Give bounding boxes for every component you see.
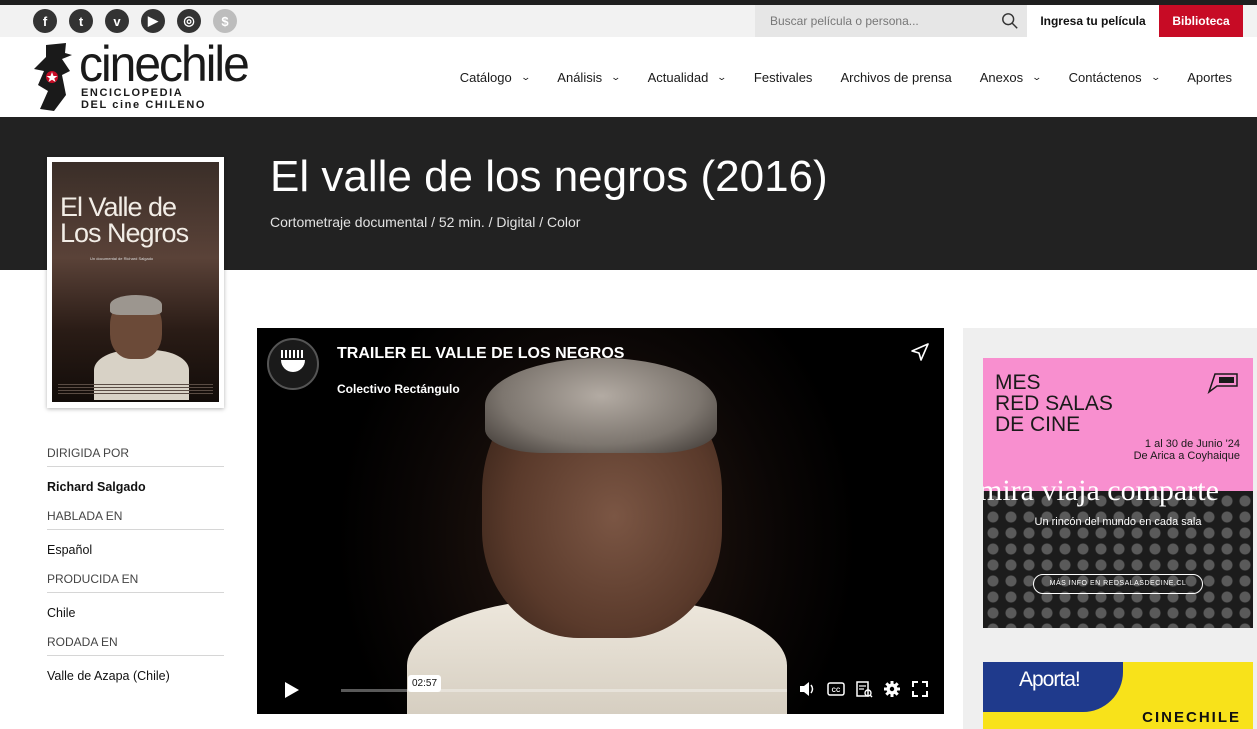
channel-logo-teeth (281, 350, 305, 358)
social-links: f t v ▶ ◎ $ (33, 9, 237, 33)
video-figure-hair (485, 358, 717, 453)
nav-label: Archivos de prensa (840, 70, 952, 85)
ticket-icon (1207, 373, 1238, 394)
ad-dates: 1 al 30 de Junio '24 De Arica a Coyhaiqu… (1134, 438, 1240, 462)
fact-value-language: Español (47, 543, 93, 557)
nav-label: Catálogo (459, 70, 512, 85)
fact-value-produced: Chile (47, 606, 76, 620)
fact-label-filmed: RODADA EN (47, 635, 224, 656)
ad-more-info-button[interactable]: MÁS INFO EN REDSALASDECINE.CL (1033, 574, 1203, 594)
video-title[interactable]: TRAILER EL VALLE DE LOS NEGROS (337, 345, 624, 363)
video-player[interactable]: TRAILER EL VALLE DE LOS NEGROS Colectivo… (257, 328, 944, 714)
poster-subtitle: Un documental de Richard Salgado (90, 256, 154, 261)
instagram-icon[interactable]: ◎ (177, 9, 201, 33)
ad-aporta-text: Aporta! (1019, 668, 1081, 691)
site-logo[interactable]: cinechile ENCICLOPEDIA DEL cine CHILENO (32, 37, 250, 113)
nav-item-festivales[interactable]: Festivales (754, 70, 813, 85)
logo-tagline-1: ENCICLOPEDIA (81, 87, 184, 99)
chevron-down-icon: ⌄ (716, 72, 728, 82)
vimeo-icon[interactable]: v (105, 9, 129, 33)
transcript-icon[interactable] (854, 679, 874, 699)
nav-label: Anexos (979, 70, 1024, 85)
video-channel[interactable]: Colectivo Rectángulo (337, 382, 460, 396)
fact-value-director[interactable]: Richard Salgado (47, 467, 224, 509)
fact-label-director: DIRIGIDA POR (47, 446, 224, 467)
submit-film-link[interactable]: Ingresa tu película (1027, 5, 1159, 37)
ad-brand: CINECHILE (1142, 709, 1241, 726)
library-button[interactable]: Biblioteca (1159, 5, 1243, 37)
nav-label: Contáctenos (1068, 70, 1142, 85)
logo-figure-icon (34, 43, 72, 111)
nav-item-analisis[interactable]: Análisis ⌄ (557, 70, 622, 85)
poster-credits (58, 384, 213, 396)
nav-item-archivos[interactable]: Archivos de prensa (840, 70, 951, 85)
youtube-icon[interactable]: ▶ (141, 9, 165, 33)
donate-icon[interactable]: $ (213, 9, 237, 33)
logo-wordmark: cinechile (79, 36, 250, 93)
film-meta: Cortometraje documental / 52 min. / Digi… (270, 214, 581, 230)
page-title: El valle de los negros (2016) (270, 152, 828, 202)
channel-avatar[interactable] (267, 338, 319, 390)
ad-subtitle: Un rincón del mundo en cada sala (1034, 516, 1202, 528)
fact-value-filmed: Valle de Azapa (Chile) (47, 669, 170, 683)
poster-figure-hair (110, 295, 162, 315)
film-title-text: El valle de los negros (270, 152, 689, 201)
ad-slogan: mira viaja comparte (983, 474, 1219, 507)
video-controls: 02:57 CC (257, 668, 944, 714)
nav-item-actualidad[interactable]: Actualidad ⌄ (647, 70, 728, 85)
nav-item-catalogo[interactable]: Catálogo ⌄ (459, 70, 531, 85)
search-input[interactable] (770, 14, 990, 28)
svg-text:CC: CC (832, 688, 841, 694)
film-year: (2016) (700, 152, 828, 201)
nav-label: Festivales (753, 70, 813, 85)
ad-aporta[interactable]: Aporta! CINECHILE (983, 662, 1253, 729)
film-poster[interactable]: El Valle de Los Negros Un documental de … (47, 157, 224, 408)
play-icon[interactable] (285, 682, 299, 698)
ad-crowd-image (983, 491, 1253, 628)
poster-image: El Valle de Los Negros Un documental de … (52, 162, 219, 402)
nav-item-anexos[interactable]: Anexos ⌄ (979, 70, 1043, 85)
channel-logo-eye (281, 360, 305, 372)
search-box (755, 5, 1027, 37)
ad-dates-line2: De Arica a Coyhaique (1133, 450, 1240, 462)
chevron-down-icon: ⌄ (610, 72, 622, 82)
facebook-icon[interactable]: f (33, 9, 57, 33)
top-bar: f t v ▶ ◎ $ Ingresa tu película Bibliote… (0, 5, 1257, 37)
chevron-down-icon: ⌄ (1150, 72, 1161, 82)
ad-heading: MES RED SALAS DE CINE (995, 371, 1113, 436)
nav-label: Actualidad (647, 70, 709, 85)
site-header: cinechile ENCICLOPEDIA DEL cine CHILENO … (0, 37, 1257, 117)
ad-dates-line1: 1 al 30 de Junio '24 (1144, 438, 1240, 450)
logo-tagline-2: DEL cine CHILENO (81, 99, 207, 111)
fact-label-produced: PRODUCIDA EN (47, 572, 224, 593)
settings-gear-icon[interactable] (882, 679, 902, 699)
chevron-down-icon: ⌄ (1031, 72, 1043, 82)
ad-red-salas-cine[interactable]: MES RED SALAS DE CINE 1 al 30 de Junio '… (983, 358, 1253, 628)
progress-bar[interactable]: 02:57 (341, 675, 787, 692)
twitter-icon[interactable]: t (69, 9, 93, 33)
poster-title: El Valle de Los Negros (60, 192, 189, 248)
film-facts: DIRIGIDA POR Richard Salgado HABLADA EN … (47, 446, 224, 698)
captions-icon[interactable]: CC (826, 679, 846, 699)
main-nav: Catálogo ⌄ Análisis ⌄ Actualidad ⌄ Festival… (432, 70, 1232, 85)
share-icon[interactable] (910, 342, 930, 362)
duration-tooltip: 02:57 (408, 675, 442, 692)
nav-item-aportes[interactable]: Aportes (1187, 70, 1232, 85)
search-icon[interactable] (1001, 12, 1019, 30)
fact-label-language: HABLADA EN (47, 509, 224, 530)
volume-icon[interactable] (797, 679, 817, 699)
nav-item-contactenos[interactable]: Contáctenos ⌄ (1068, 70, 1161, 85)
chevron-down-icon: ⌄ (520, 72, 531, 82)
nav-label: Análisis (557, 70, 603, 85)
nav-label: Aportes (1187, 70, 1232, 85)
fullscreen-icon[interactable] (910, 679, 930, 699)
